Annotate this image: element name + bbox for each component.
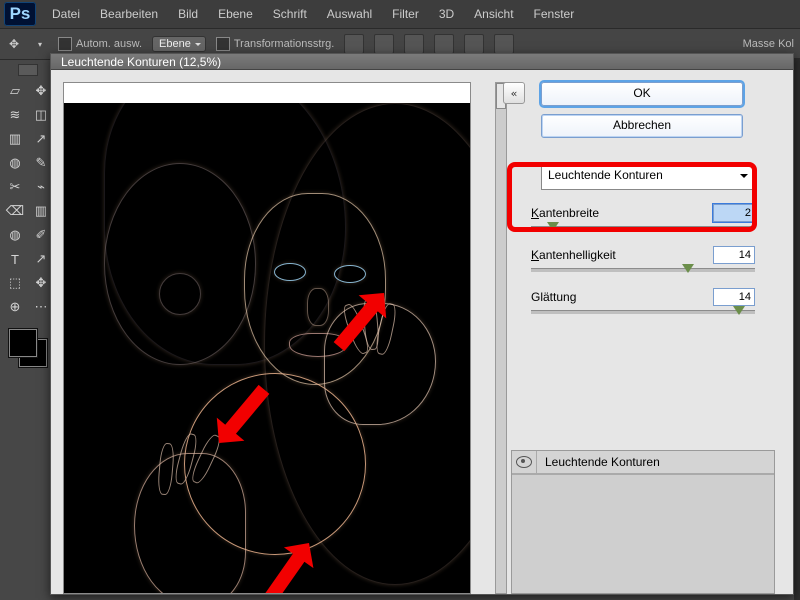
effect-layer-row[interactable]: Leuchtende Konturen [512,451,774,474]
filter-type-dropdown[interactable]: Leuchtende Konturen [541,166,755,190]
tool-marquee[interactable]: ▱ [3,80,27,102]
toolbox-handle[interactable] [18,64,38,76]
dialog-controls: « OK Abbrechen Leuchtende Konturen Kante… [501,70,793,594]
glaettung-slider[interactable] [531,310,755,314]
app-logo: Ps [4,2,36,26]
align-btn-1[interactable] [344,34,364,54]
align-btn-4[interactable] [434,34,454,54]
tool-lasso[interactable]: ≋ [3,104,27,126]
tool-dodge[interactable]: ◍ [3,224,27,246]
dialog-title-text: Leuchtende Konturen (12,5%) [61,55,221,69]
effect-layer-name: Leuchtende Konturen [537,455,660,469]
color-swatches[interactable] [8,328,48,368]
right-panel-edge [794,58,800,600]
tool-shape[interactable]: ⬚ [3,272,27,294]
auto-select-label: Autom. ausw. [76,38,142,50]
preview-image [64,103,470,593]
checkbox-icon [58,37,72,51]
tool-heal[interactable]: ◍ [3,152,27,174]
param-kantenhelligkeit: Kantenhelligkeit [531,246,755,272]
eye-icon [516,456,532,468]
align-btn-5[interactable] [464,34,484,54]
align-btn-6[interactable] [494,34,514,54]
param-kantenbreite: Kantenbreite [531,204,755,230]
cancel-button[interactable]: Abbrechen [541,114,743,138]
layer-dropdown[interactable]: Ebene [152,36,206,52]
menu-bearbeiten[interactable]: Bearbeiten [90,3,168,25]
glaettung-input[interactable] [713,288,755,306]
kantenhelligkeit-slider[interactable] [531,268,755,272]
menu-3d[interactable]: 3D [429,3,464,25]
kantenbreite-label: Kantenbreite [531,206,599,220]
menu-ansicht[interactable]: Ansicht [464,3,523,25]
ok-button[interactable]: OK [541,82,743,106]
effect-layers-panel: Leuchtende Konturen [511,450,775,594]
glaettung-label: Glättung [531,290,576,304]
transform-label: Transformationsstrg. [234,38,334,50]
menu-ebene[interactable]: Ebene [208,3,263,25]
collapse-button[interactable]: « [503,82,525,104]
checkbox-icon [216,37,230,51]
tool-stamp[interactable]: ✂ [3,176,27,198]
kantenbreite-input[interactable] [713,204,755,222]
toolbox: ▱ ✥ ≋ ◫ ▥ ↗ ◍ ✎ ✂ ⌁ ⌫ ▥ ◍ ✐ T ↗ ⬚ ✥ ⊕ ⋯ [0,60,57,600]
kantenhelligkeit-label: Kantenhelligkeit [531,248,616,262]
menu-schrift[interactable]: Schrift [263,3,317,25]
tool-type[interactable]: T [3,248,27,270]
slider-thumb-icon[interactable] [682,264,694,279]
menu-filter[interactable]: Filter [382,3,429,25]
preview-pane [51,70,501,594]
kantenhelligkeit-input[interactable] [713,246,755,264]
effect-layers-empty [512,474,774,593]
kantenbreite-slider[interactable] [531,226,755,230]
menu-bar: Ps Datei Bearbeiten Bild Ebene Schrift A… [0,0,800,29]
tool-zoom[interactable]: ⊕ [3,296,27,318]
auto-select-check[interactable]: Autom. ausw. [58,37,142,51]
dialog-titlebar[interactable]: Leuchtende Konturen (12,5%) [51,54,793,70]
menu-auswahl[interactable]: Auswahl [317,3,382,25]
menu-fenster[interactable]: Fenster [524,3,585,25]
align-btn-3[interactable] [404,34,424,54]
slider-thumb-icon[interactable] [547,222,559,237]
preview-frame[interactable] [63,82,471,594]
align-btn-2[interactable] [374,34,394,54]
tool-eraser[interactable]: ⌫ [3,200,27,222]
menu-datei[interactable]: Datei [42,3,90,25]
filter-dialog: Leuchtende Konturen (12,5%) [50,53,794,595]
param-glaettung: Glättung [531,288,755,314]
foreground-color-swatch[interactable] [8,328,38,358]
visibility-toggle[interactable] [512,451,537,473]
tool-crop[interactable]: ▥ [3,128,27,150]
transform-check[interactable]: Transformationsstrg. [216,37,334,51]
slider-thumb-icon[interactable] [733,306,745,321]
move-tool-icon: ✥ [6,36,22,52]
dropdown-arrow-icon[interactable]: ▾ [32,36,48,52]
menu-bild[interactable]: Bild [168,3,208,25]
options-right-label: Masse Kol [743,38,794,50]
